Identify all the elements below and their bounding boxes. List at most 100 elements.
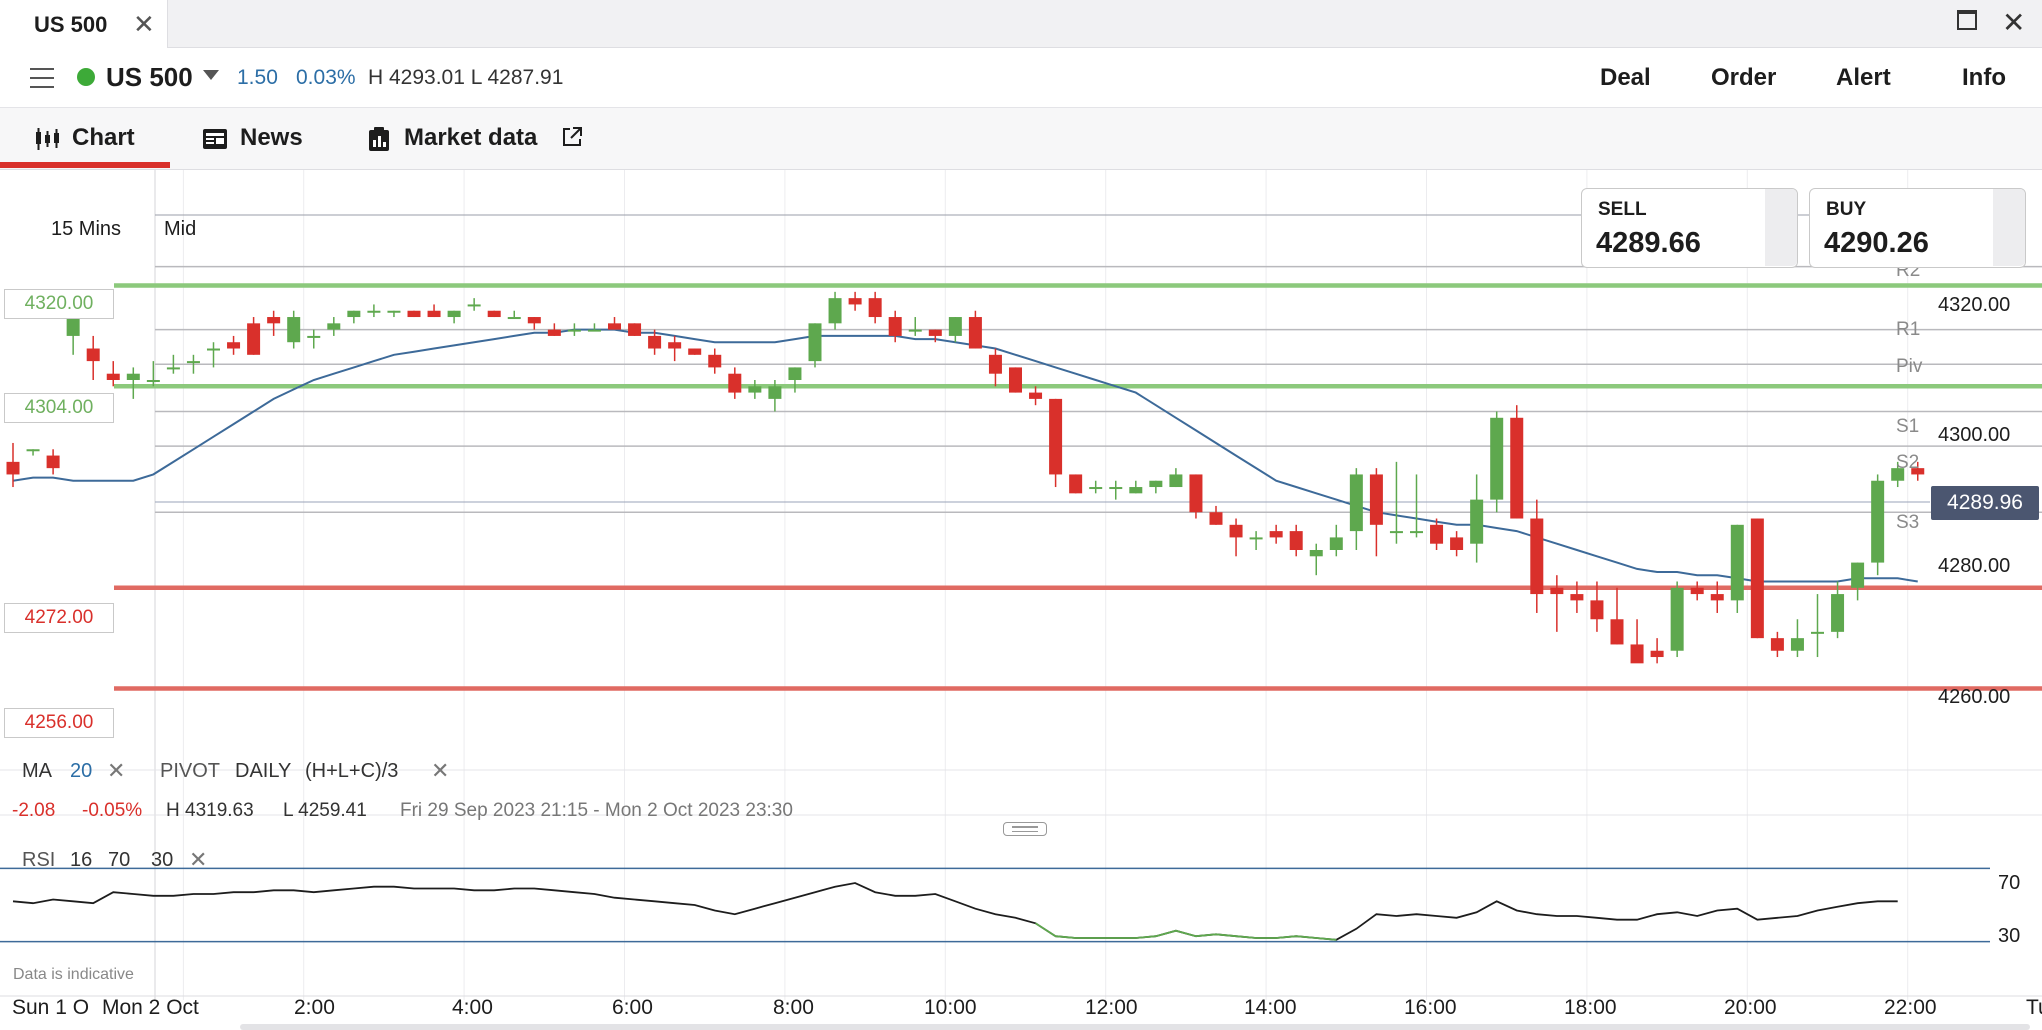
pivot-label-s2: S2	[1896, 452, 1920, 473]
candle-body	[1490, 417, 1504, 500]
candle-body	[1851, 562, 1865, 588]
instrument-name[interactable]: US 500	[106, 62, 193, 93]
candle-body	[1650, 650, 1664, 658]
horizontal-scrollbar[interactable]	[240, 1024, 2030, 1030]
ma-20-line	[12, 328, 1918, 583]
rsi-upper[interactable]: 70	[108, 849, 130, 872]
period-change-abs: -2.08	[12, 800, 56, 821]
candle-body	[808, 323, 822, 362]
window-tab-us500[interactable]: US 500 ✕	[0, 0, 168, 48]
level-box-4304[interactable]: 4304.00	[4, 393, 114, 423]
level-box-4272[interactable]: 4272.00	[4, 603, 114, 633]
ma-label: MA	[22, 760, 52, 782]
change-percent: 0.03%	[296, 66, 356, 89]
candle-body	[1069, 474, 1083, 494]
period-high: H 4319.63	[166, 800, 254, 821]
pivot-frequency[interactable]: DAILY	[235, 760, 291, 783]
x-axis-label: Mon 2 Oct	[102, 996, 199, 1019]
candle-body	[1790, 638, 1804, 651]
window-close-icon[interactable]: ✕	[2002, 6, 2025, 39]
remove-ma-icon[interactable]: ✕	[107, 758, 125, 784]
candle-body	[1289, 531, 1303, 550]
alert-button[interactable]: Alert	[1836, 64, 1891, 92]
candlestick	[467, 298, 481, 311]
price-type-button[interactable]: Mid	[164, 218, 196, 241]
candle-body	[1550, 587, 1564, 595]
candle-body	[467, 304, 481, 307]
view-tabs: Chart News Market data	[0, 108, 2042, 170]
candlestick-chart-icon	[36, 128, 59, 150]
candle-body	[1670, 587, 1684, 651]
close-icon[interactable]: ✕	[133, 9, 155, 40]
candlestick	[1610, 587, 1624, 645]
x-axis-label: 2:00	[294, 996, 335, 1019]
deal-button[interactable]: Deal	[1600, 64, 1651, 92]
candle-body	[46, 455, 60, 469]
candlestick	[1129, 480, 1143, 494]
candlestick	[788, 367, 802, 393]
level-box-4256[interactable]: 4256.00	[4, 708, 114, 738]
price-chart[interactable]	[0, 170, 2042, 1026]
external-link-icon[interactable]	[561, 126, 583, 148]
period-low: L 4259.41	[283, 800, 367, 821]
candle-body	[166, 367, 180, 370]
chevron-down-icon[interactable]	[203, 70, 219, 80]
candlesticks	[6, 291, 1925, 664]
active-tab-indicator	[0, 162, 170, 168]
candlestick	[668, 335, 682, 362]
panel-resize-handle[interactable]	[1003, 822, 1047, 836]
level-box-4320[interactable]: 4320.00	[4, 289, 114, 319]
candle-body	[1309, 550, 1323, 557]
remove-rsi-icon[interactable]: ✕	[189, 847, 207, 873]
candle-body	[1510, 417, 1524, 519]
buy-ticket[interactable]: BUY 4290.26	[1809, 188, 2026, 268]
candlestick	[848, 291, 862, 311]
candle-body	[648, 335, 662, 349]
candlestick	[1269, 524, 1283, 544]
candle-body	[1009, 367, 1022, 393]
candlestick	[1450, 531, 1464, 557]
candlestick	[1490, 411, 1504, 513]
candlestick	[527, 317, 541, 330]
candle-body	[1149, 480, 1163, 488]
candlestick	[1009, 367, 1022, 393]
candlestick	[1730, 524, 1744, 613]
candle-body	[186, 361, 200, 364]
pivot-formula[interactable]: (H+L+C)/3	[305, 760, 398, 783]
candlestick	[387, 310, 401, 318]
order-button[interactable]: Order	[1711, 64, 1776, 92]
sell-ticket[interactable]: SELL 4289.66	[1581, 188, 1798, 268]
remove-pivot-icon[interactable]: ✕	[431, 758, 449, 784]
candlestick	[267, 310, 281, 336]
candlestick	[628, 323, 642, 336]
candlestick	[507, 310, 521, 320]
candle-body	[908, 329, 922, 332]
candlestick	[1309, 543, 1323, 576]
candle-body	[628, 323, 642, 336]
candlestick	[1630, 619, 1644, 664]
hamburger-menu-icon[interactable]	[30, 68, 54, 88]
rsi-period[interactable]: 16	[70, 849, 92, 872]
candle-body	[126, 373, 140, 380]
candle-body	[888, 317, 902, 336]
maximize-icon[interactable]	[1957, 10, 1977, 30]
candle-body	[948, 317, 962, 336]
candlestick	[46, 449, 60, 475]
candlestick	[347, 310, 361, 324]
rsi-lower[interactable]: 30	[151, 849, 173, 872]
window-tab-bar: US 500 ✕ ✕	[0, 0, 2042, 48]
x-axis-label: 10:00	[924, 996, 977, 1019]
candle-body	[567, 329, 581, 332]
info-button[interactable]: Info	[1962, 64, 2006, 92]
candle-body	[207, 348, 220, 351]
ma-period[interactable]: 20	[70, 760, 92, 783]
candlestick	[1029, 386, 1043, 406]
candlestick	[227, 335, 241, 355]
candlestick	[1289, 524, 1303, 557]
timeframe-button[interactable]: 15 Mins	[51, 218, 121, 241]
candlestick	[126, 367, 140, 399]
rsi-line	[12, 882, 1898, 941]
candle-body	[928, 329, 942, 336]
period-change-pct: -0.05%	[82, 800, 143, 821]
candlestick	[708, 348, 722, 374]
